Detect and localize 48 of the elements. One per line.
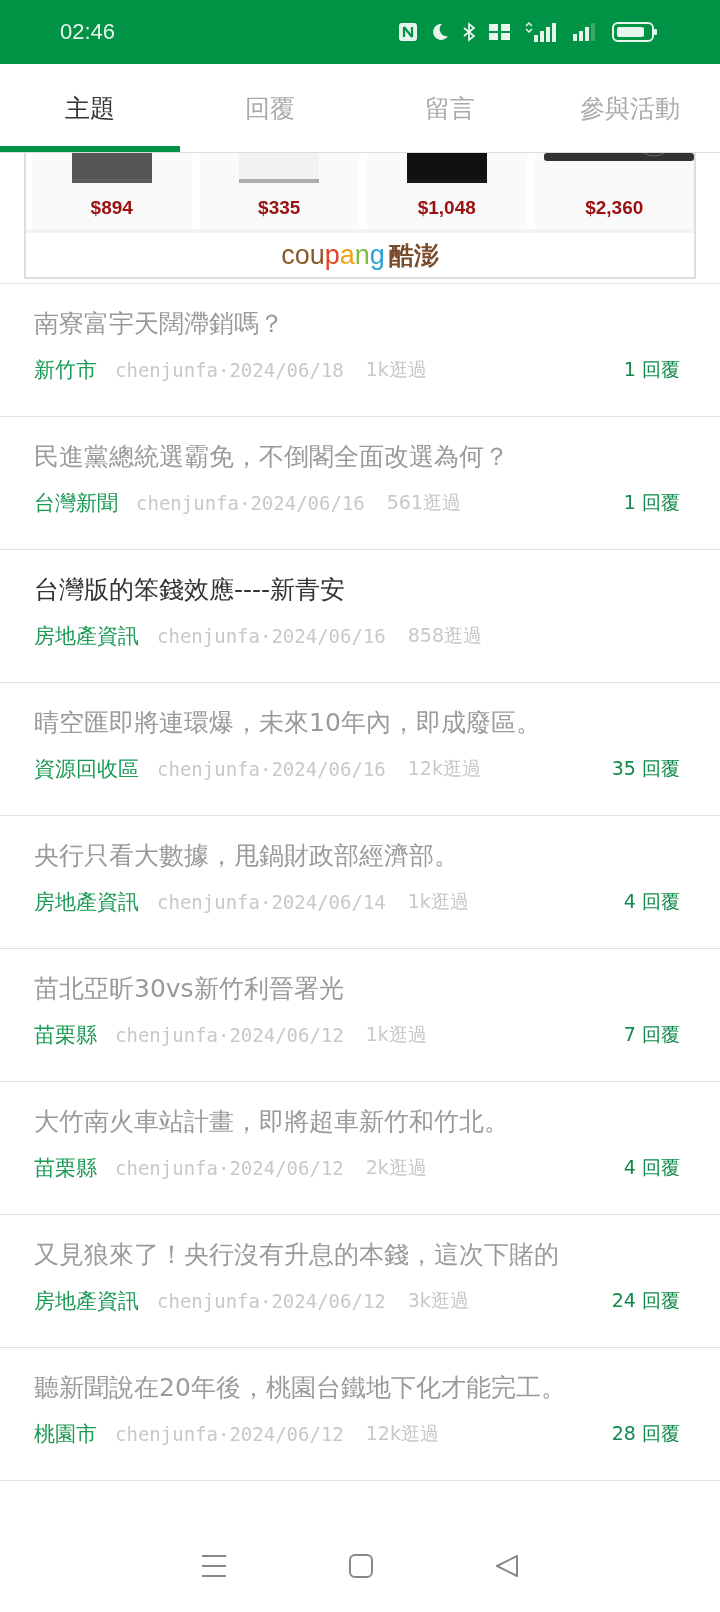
tab[interactable]: 參與活動 [540,64,720,152]
topic-title: 又見狼來了！央行沒有升息的本錢，這次下賭的 [34,1239,560,1271]
product-price: $894 [90,197,133,219]
product-card[interactable]: $335 [199,153,359,229]
topic-title: 苗北亞昕30vs新竹利晉署光 [34,973,345,1005]
topic-replies: 35 回覆 [611,756,680,781]
topic-category[interactable]: 房地產資訊 [34,1287,139,1315]
topic-title: 晴空匯即將連環爆，未來10年內，即成廢區。 [34,707,542,739]
topic-title: 央行只看大數據，甩鍋財政部經濟部。 [34,840,460,872]
home-icon[interactable] [349,1554,373,1578]
topic-category[interactable]: 苗栗縣 [34,1154,97,1182]
tab[interactable]: 留言 [360,64,540,152]
topic-replies: 24 回覆 [611,1288,680,1313]
menu-icon[interactable] [201,1554,227,1578]
nfc-icon [398,22,418,42]
topic-title: 民進黨總統選霸免，不倒閣全面改選為何？ [34,441,510,473]
topic-replies: 7 回覆 [623,1022,680,1047]
topic-category[interactable]: 新竹市 [34,356,97,384]
topic-category[interactable]: 房地產資訊 [34,622,139,650]
status-time: 02:46 [60,19,116,45]
product-card[interactable]: $2,360 [534,153,694,229]
topic-replies: 4 回覆 [623,1155,680,1180]
ad-banner[interactable]: $894 $335 $1,048 $2,360 coupang 酷澎 [24,153,696,279]
bluetooth-icon [462,22,476,42]
product-card[interactable]: $894 [32,153,192,229]
topic-replies: 28 回覆 [611,1421,680,1446]
topic-category[interactable]: 房地產資訊 [34,888,139,916]
topic-title: 南寮富宇天闊滯銷嗎？ [34,308,285,340]
topic-replies: 1 回覆 [623,357,680,382]
topic-category[interactable]: 苗栗縣 [34,1021,97,1049]
product-price: $2,360 [585,197,644,219]
topic-title: 大竹南火車站計畫，即將超車新竹和竹北。 [34,1106,510,1138]
brand-logo-text: 酷澎 [388,239,439,272]
topic-category[interactable]: 桃園市 [34,1420,97,1448]
product-card[interactable]: $1,048 [367,153,527,229]
battery-icon [612,21,658,43]
brand-logo: coupang [281,239,385,271]
topic-title: 台灣版的笨錢效應----新青安 [34,574,347,606]
topic-title: 聽新聞說在20年後，桃園台鐵地下化才能完工。 [34,1372,567,1404]
moon-icon [430,22,450,42]
product-price: $1,048 [417,197,476,219]
topic-category[interactable]: 台灣新聞 [34,489,118,517]
topic-replies: 1 回覆 [623,490,680,515]
topic-category[interactable]: 資源回收區 [34,755,139,783]
back-icon[interactable] [495,1554,519,1578]
tab[interactable]: 回覆 [180,64,360,152]
topic-replies: 4 回覆 [623,889,680,914]
product-price: $335 [258,197,301,219]
